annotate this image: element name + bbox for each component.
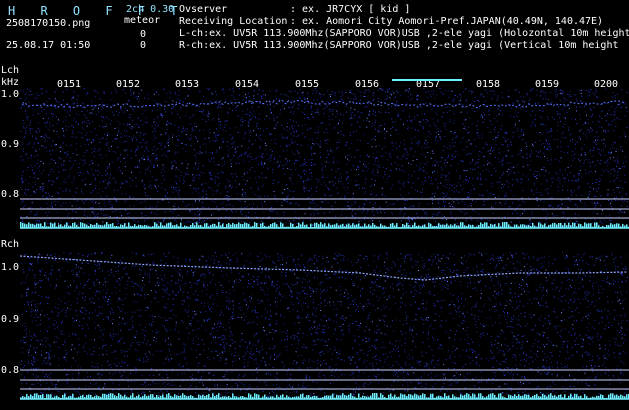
rch-panel <box>20 252 628 399</box>
lch-power-bars <box>20 222 629 229</box>
lch-signal-trace <box>21 99 625 109</box>
spectrogram <box>19 79 629 400</box>
rch-power-bars <box>20 393 629 400</box>
rch-signal-trace <box>19 255 628 281</box>
lch-panel <box>20 88 628 227</box>
